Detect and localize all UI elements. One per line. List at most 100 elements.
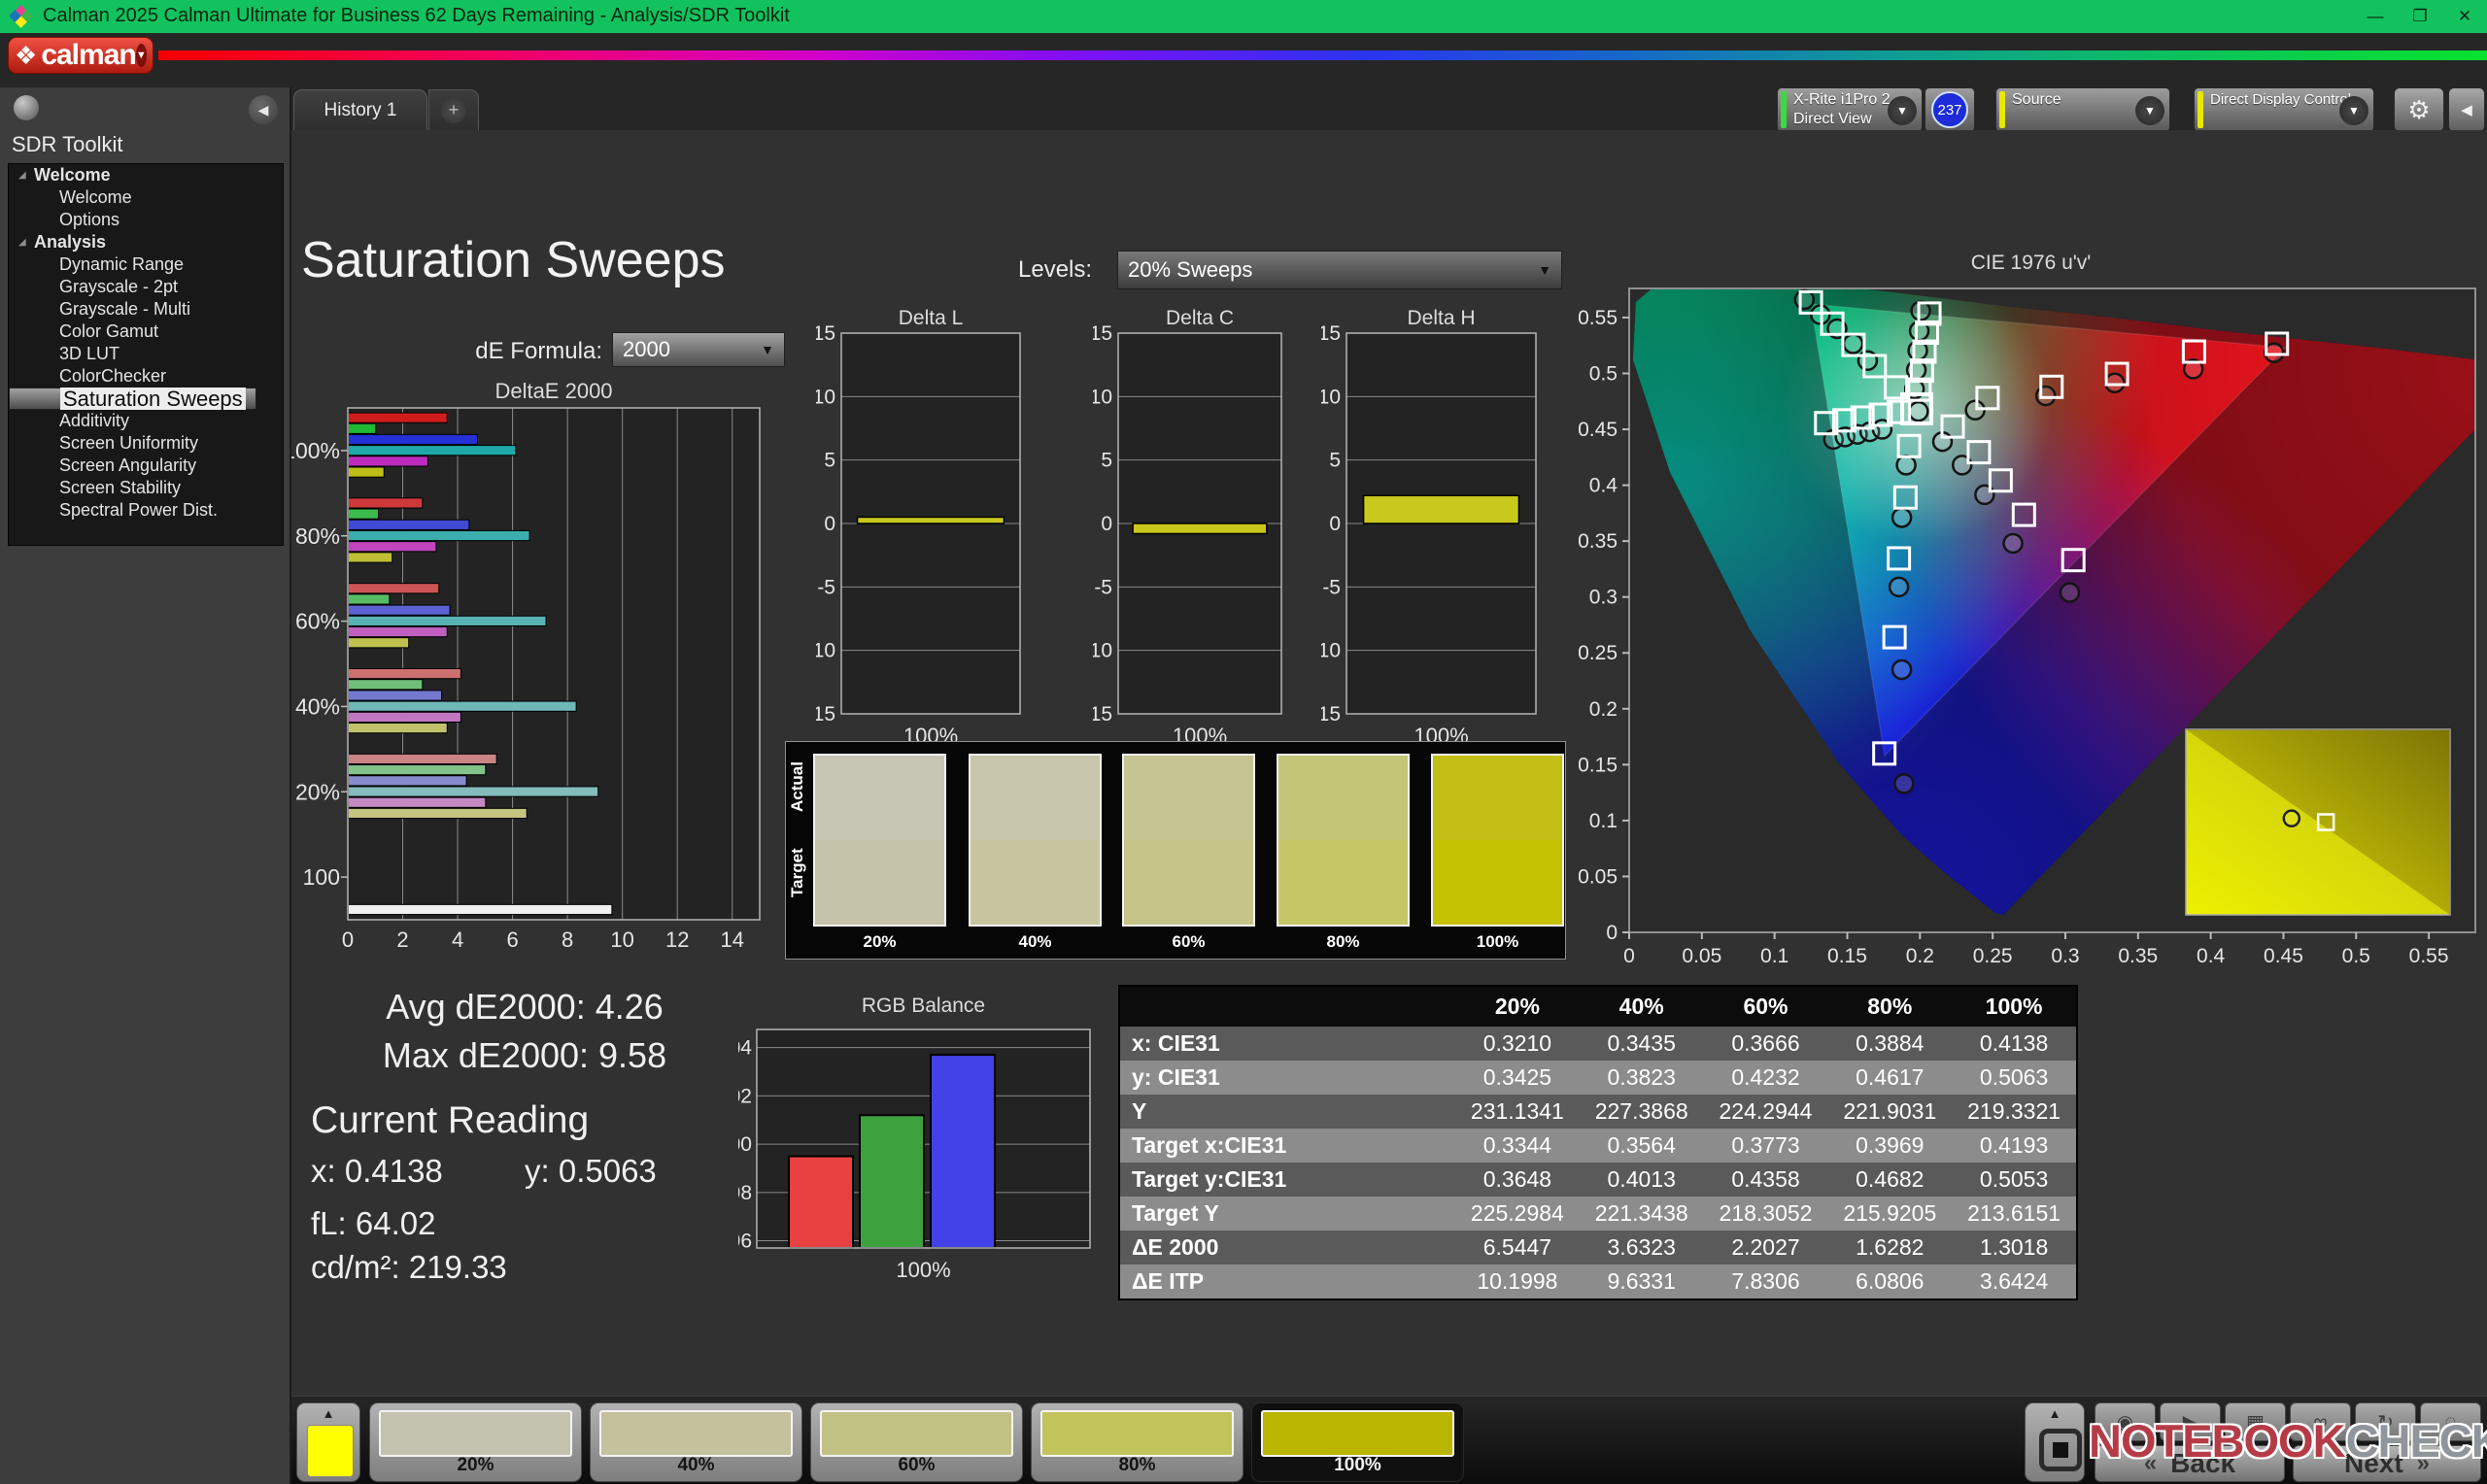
sidebar-item-grayscale-2pt[interactable]: Grayscale - 2pt <box>9 276 283 298</box>
measured-point <box>1891 658 1913 681</box>
actual-swatch <box>815 756 944 840</box>
table-cell: 225.2984 <box>1470 1200 1564 1226</box>
patch-tile-20%[interactable]: 20% <box>369 1402 582 1482</box>
sidebar-item-welcome[interactable]: Welcome <box>9 186 283 209</box>
levels-label: Levels: <box>1018 256 1093 283</box>
svg-text:0.3: 0.3 <box>1589 587 1618 609</box>
sidebar-item-color-gamut[interactable]: Color Gamut <box>9 320 283 343</box>
app-window: Calman 2025 Calman Ultimate for Business… <box>0 0 2487 1484</box>
svg-text:10: 10 <box>816 386 835 408</box>
pattern-button[interactable]: ▦ <box>2225 1402 2286 1441</box>
max-de2000: Max dE2000: 9.58 <box>382 1035 667 1075</box>
levels-select[interactable]: 20% Sweeps ▼ <box>1117 251 1562 289</box>
sidebar-item-analysis[interactable]: ◢ Analysis <box>9 231 283 253</box>
stop-icon <box>2039 1429 2082 1471</box>
next-button[interactable]: Next » <box>2293 1445 2481 1482</box>
pattern-icon: ▦ <box>2246 1411 2265 1433</box>
table-cell: 215.9205 <box>1843 1200 1937 1226</box>
patch-tile-100%[interactable]: 100% <box>1251 1402 1464 1482</box>
deltae-bar-blue-20% <box>348 775 467 787</box>
sidebar-item-spectral-power-dist-[interactable]: Spectral Power Dist. <box>9 499 283 522</box>
de-formula-select[interactable]: 2000 ▼ <box>612 332 785 367</box>
current-patch-tile[interactable]: ▲ <box>296 1402 360 1482</box>
tab-history-1[interactable]: History 1 <box>293 89 427 131</box>
svg-text:-5: -5 <box>1094 576 1112 598</box>
sidebar-item-label: Saturation Sweeps <box>60 388 246 410</box>
svg-text:0.45: 0.45 <box>1579 419 1618 441</box>
table-cell: 213.6151 <box>1967 1200 2061 1226</box>
play-button[interactable]: ▶ <box>2160 1402 2221 1441</box>
table-cell: 3.6424 <box>1979 1268 2049 1294</box>
table-cell: 224.2944 <box>1719 1098 1813 1124</box>
table-header-cell: 80% <box>1867 994 1913 1019</box>
panel-collapse-button[interactable]: ◀ <box>2448 87 2485 132</box>
svg-text:60%: 60% <box>295 609 340 634</box>
svg-text:2: 2 <box>396 928 408 952</box>
deltaC-svg: 151050-5-10-15Delta C100% <box>1083 307 1282 748</box>
svg-text:Delta H: Delta H <box>1407 309 1475 329</box>
patch-tile-60%[interactable]: 60% <box>810 1402 1023 1482</box>
table-header-cell <box>1120 987 1455 1027</box>
deltae-bar-yellow-20% <box>348 807 528 820</box>
rgb-balance-svg: 96 98 100 102 104 RGB Balance 100% <box>718 995 1091 1282</box>
deltae-bar-cyan-40% <box>348 700 577 712</box>
sidebar-item-options[interactable]: Options <box>9 209 283 231</box>
minimize-button[interactable]: — <box>2353 0 2398 33</box>
meter-count-tile[interactable]: 237 <box>1925 87 1975 132</box>
camera-button[interactable]: ◉ <box>2095 1402 2156 1441</box>
sidebar-item-saturation-sweeps[interactable]: Saturation Sweeps <box>9 388 256 410</box>
svg-text:15: 15 <box>816 322 835 345</box>
deltae-bar-yellow-60% <box>348 637 410 649</box>
calman-menu-button[interactable]: ❖ calman ▼ <box>8 37 153 74</box>
display-control-dropdown[interactable]: Direct Display Control ▼ <box>2194 87 2374 132</box>
svg-text:0.15: 0.15 <box>1579 754 1618 776</box>
sidebar-item-screen-uniformity[interactable]: Screen Uniformity <box>9 432 283 455</box>
sidebar-item-label: 3D LUT <box>59 344 120 363</box>
table-row-label: Target Y <box>1132 1200 1219 1226</box>
patch-tile-80%[interactable]: 80% <box>1031 1402 1244 1482</box>
page-title: Saturation Sweeps <box>301 232 726 288</box>
patch-tile-40%[interactable]: 40% <box>590 1402 802 1482</box>
sidebar-item-additivity[interactable]: Additivity <box>9 410 283 432</box>
add-tab-button[interactable]: + <box>428 89 479 131</box>
sidebar-item-grayscale-multi[interactable]: Grayscale - Multi <box>9 298 283 320</box>
sidebar-item-welcome[interactable]: ◢ Welcome <box>9 164 283 186</box>
sidebar-item-dynamic-range[interactable]: Dynamic Range <box>9 253 283 276</box>
expander-icon[interactable]: ◢ <box>18 164 34 186</box>
patch-swatch <box>599 1410 793 1457</box>
settings-button[interactable]: ⚙ <box>2394 87 2444 132</box>
record-button[interactable]: ◌ <box>2420 1402 2481 1441</box>
deltae-bar-red-20% <box>348 753 497 765</box>
stop-tile[interactable]: ▲ <box>2025 1402 2085 1482</box>
refresh-button[interactable]: ↻ <box>2355 1402 2416 1441</box>
back-button[interactable]: « Back <box>2095 1445 2285 1482</box>
svg-text:5: 5 <box>824 450 835 472</box>
maximize-button[interactable]: ❐ <box>2398 0 2442 33</box>
loop-button[interactable]: ∞ <box>2290 1402 2351 1441</box>
levels-value: 20% Sweeps <box>1128 257 1253 282</box>
patch-swatch <box>820 1410 1013 1457</box>
table-row-label: Target y:CIE31 <box>1132 1166 1287 1192</box>
up-arrow-icon: ▲ <box>2048 1406 2061 1421</box>
sidebar-item-colorchecker[interactable]: ColorChecker <box>9 365 283 388</box>
svg-text:4: 4 <box>452 928 463 952</box>
table-cell: 10.1998 <box>1477 1268 1558 1294</box>
svg-text:102: 102 <box>738 1085 752 1107</box>
sidebar-item-3d-lut[interactable]: 3D LUT <box>9 343 283 365</box>
expander-icon[interactable]: ◢ <box>18 231 34 253</box>
sidebar-item-screen-stability[interactable]: Screen Stability <box>9 477 283 499</box>
deltae-bar-red-100% <box>348 412 448 423</box>
chevron-down-icon: ▼ <box>2135 96 2164 125</box>
table-cell: 0.5063 <box>1979 1064 2049 1090</box>
table-cell: 9.6331 <box>1607 1268 1676 1294</box>
deltae-bar-yellow-100% <box>348 466 385 478</box>
sidebar-collapse-button[interactable]: ◀ <box>249 95 278 124</box>
close-button[interactable]: ✕ <box>2442 0 2487 33</box>
svg-text:-5: -5 <box>1322 576 1341 598</box>
svg-text:0.5: 0.5 <box>2342 945 2370 967</box>
sidebar-item-label: Screen Stability <box>59 478 182 497</box>
svg-text:0: 0 <box>1606 922 1618 944</box>
meter-dropdown[interactable]: X-Rite i1Pro 2 Direct View ▼ <box>1777 87 1923 132</box>
sidebar-item-screen-angularity[interactable]: Screen Angularity <box>9 455 283 477</box>
source-dropdown[interactable]: Source ▼ <box>1995 87 2170 132</box>
